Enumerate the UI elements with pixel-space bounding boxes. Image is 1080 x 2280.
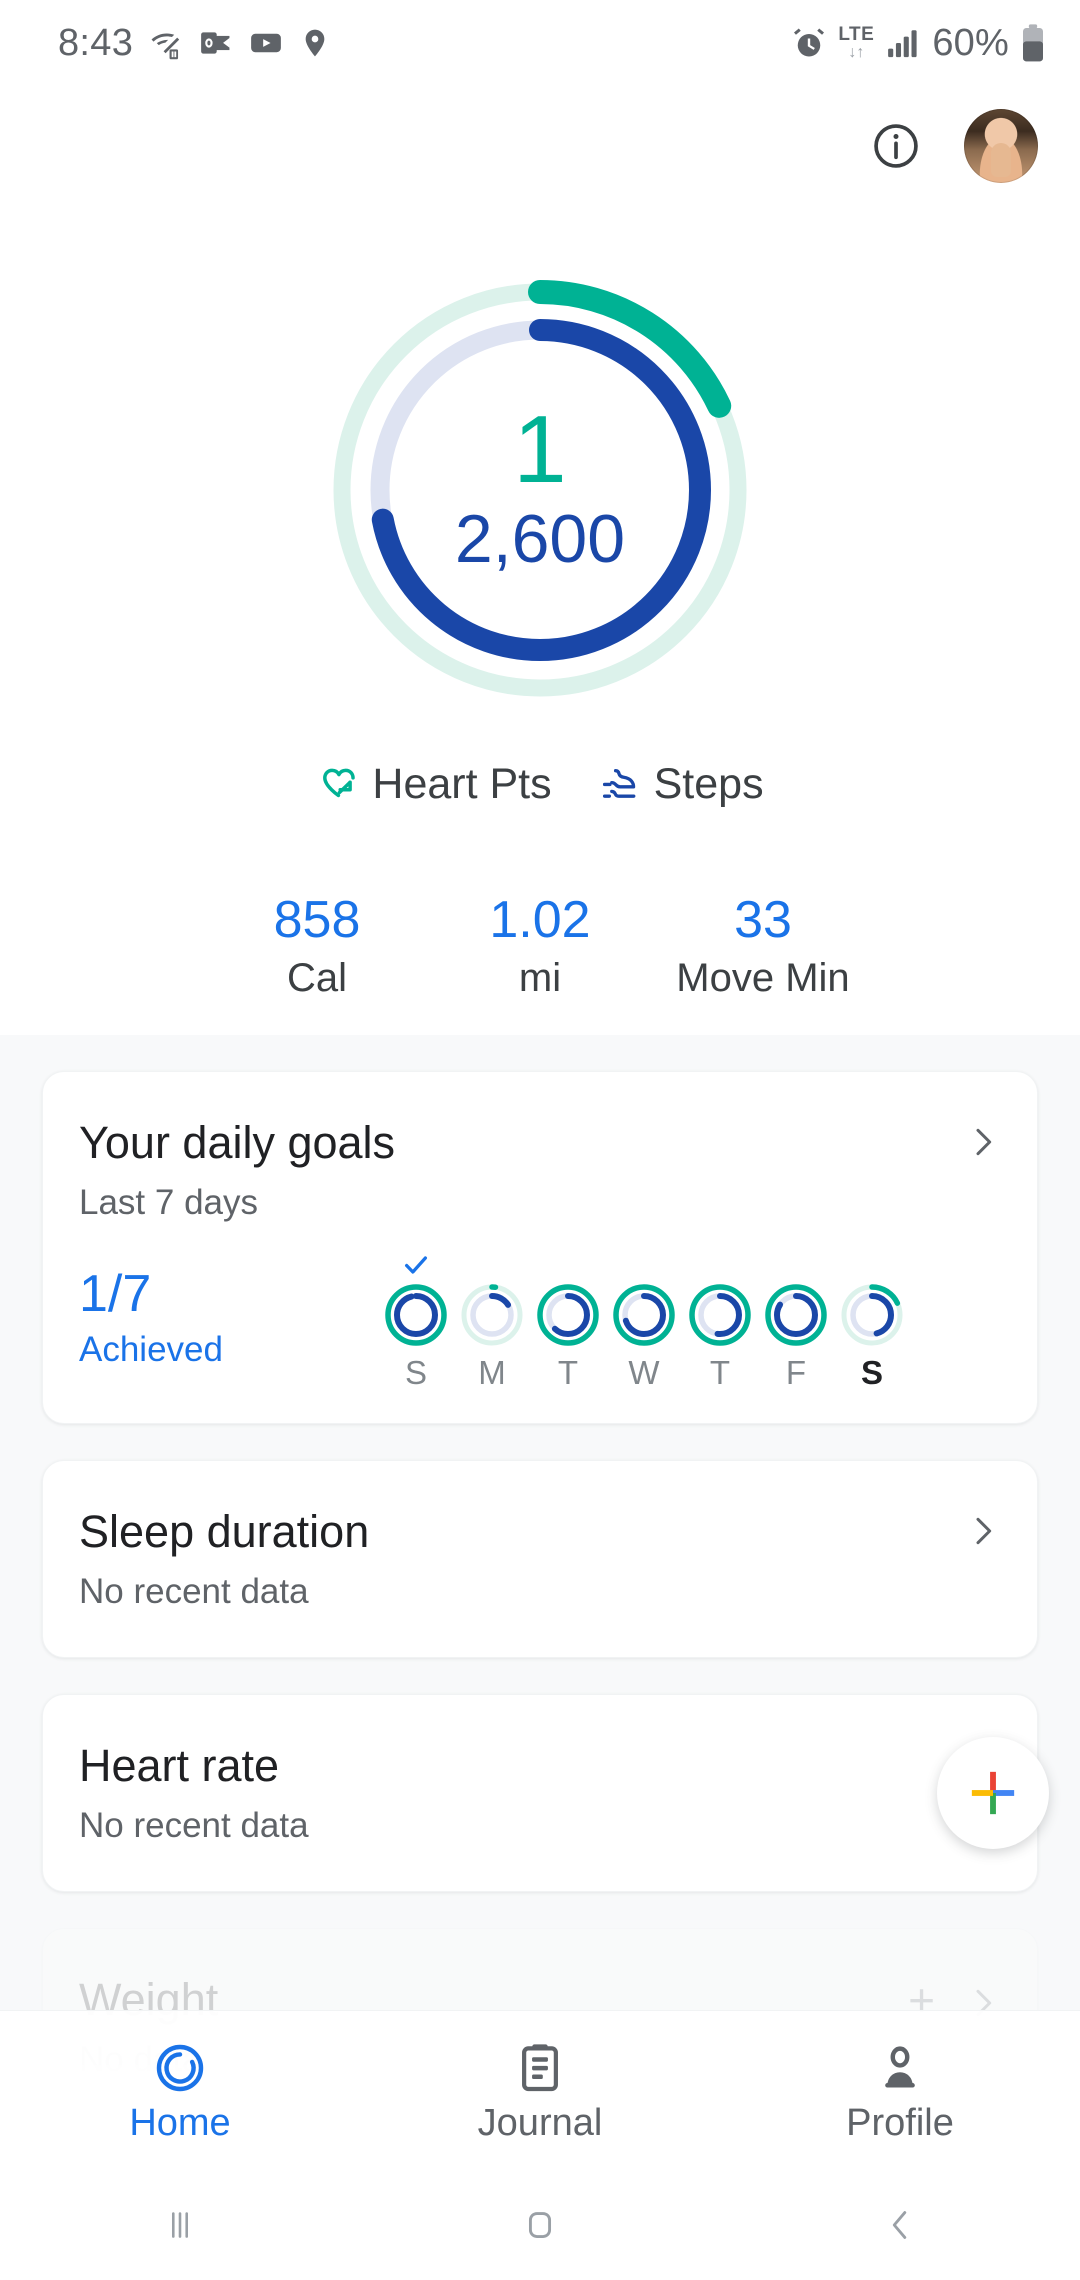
day-ring-svg xyxy=(537,1284,599,1346)
daily-goals-body: 1/7 Achieved S M T W T F S xyxy=(79,1250,1003,1389)
status-bar-right: LTE ↓↑ 60% xyxy=(791,22,1046,65)
nav-item-journal[interactable]: Journal xyxy=(400,2040,680,2142)
shoe-icon xyxy=(598,763,642,807)
day-ring-svg xyxy=(613,1284,675,1346)
back-chevron-icon[interactable] xyxy=(825,2170,975,2280)
clipboard-icon xyxy=(512,2040,568,2096)
legend-item-steps[interactable]: Steps xyxy=(598,760,764,809)
card-heart-rate-head: Heart rate No recent data xyxy=(79,1739,1003,1847)
signal-bars-icon xyxy=(885,26,921,60)
home-square-icon[interactable] xyxy=(465,2170,615,2280)
day-ring-svg xyxy=(461,1284,523,1346)
stat-move-min[interactable]: 33 Move Min xyxy=(652,890,875,1002)
battery-percent-label: 60% xyxy=(932,21,1009,64)
system-navigation-bar xyxy=(0,2170,1080,2280)
stat-distance-value: 1.02 xyxy=(489,891,591,949)
day-ring-svg xyxy=(765,1284,827,1346)
day-label: M xyxy=(478,1354,506,1391)
card-daily-goals-head: Your daily goals Last 7 days xyxy=(79,1116,1003,1224)
day-ring-0[interactable]: S xyxy=(379,1250,453,1389)
day-label: S xyxy=(404,1354,427,1391)
google-plus-add-icon[interactable] xyxy=(937,1737,1049,1849)
nav-label-home: Home xyxy=(129,2101,231,2144)
day-ring-5[interactable]: F xyxy=(759,1250,833,1389)
bottom-navigation: Home Journal Profile xyxy=(0,2010,1080,2170)
outlook-icon xyxy=(199,26,233,60)
stat-move-min-value: 33 xyxy=(734,891,792,949)
ring-legend: Heart Pts Steps xyxy=(0,760,1080,809)
day-ring-1[interactable]: M xyxy=(455,1250,529,1389)
stats-row: 858 Cal 1.02 mi 33 Move Min xyxy=(0,890,1080,1020)
day-ring-6[interactable]: S xyxy=(835,1250,909,1389)
stat-calories-value: 858 xyxy=(273,891,361,949)
day-ring-svg xyxy=(689,1284,751,1346)
lte-data-icon: LTE ↓↑ xyxy=(838,24,875,61)
stat-calories[interactable]: 858 Cal xyxy=(206,890,429,1002)
card-heart-rate[interactable]: Heart rate No recent data xyxy=(42,1694,1049,1892)
legend-label-heart-pts: Heart Pts xyxy=(372,760,552,808)
legend-item-heart-pts[interactable]: Heart Pts xyxy=(316,760,552,809)
goals-achieved-label: Achieved xyxy=(79,1330,223,1370)
day-ring-2[interactable]: T xyxy=(531,1250,605,1389)
daily-goals-summary: 1/7 Achieved xyxy=(79,1250,379,1371)
status-bar-left: 8:43 xyxy=(58,22,331,65)
day-label: W xyxy=(628,1354,660,1391)
day-ring-4[interactable]: T xyxy=(683,1250,757,1389)
day-label: T xyxy=(709,1354,731,1391)
goal-achieved-check-icon xyxy=(401,1250,431,1280)
nav-label-profile: Profile xyxy=(846,2101,954,2144)
card-sleep-title: Sleep duration xyxy=(79,1506,370,1557)
person-icon xyxy=(872,2040,928,2096)
stat-distance-label: mi xyxy=(518,956,562,1001)
info-icon[interactable] xyxy=(868,118,924,174)
card-heart-rate-subtitle: No recent data xyxy=(79,1806,309,1845)
day-ring-svg xyxy=(385,1284,447,1346)
activity-ring[interactable]: 1 2,600 xyxy=(0,230,1080,750)
stat-move-min-label: Move Min xyxy=(676,956,850,1001)
status-bar: 8:43 LTE ↓↑ 60% xyxy=(0,0,1080,86)
day-ring-3[interactable]: W xyxy=(607,1250,681,1389)
day-label: F xyxy=(785,1354,807,1391)
weekly-rings: SMTWTFS xyxy=(379,1250,1003,1389)
card-daily-goals[interactable]: Your daily goals Last 7 days 1/7 Achieve… xyxy=(42,1071,1038,1424)
chevron-right-icon[interactable] xyxy=(963,1511,1003,1551)
nav-item-profile[interactable]: Profile xyxy=(760,2040,1040,2142)
app-header xyxy=(0,86,1080,206)
goals-achieved-fraction: 1/7 xyxy=(79,1265,152,1323)
stat-calories-label: Cal xyxy=(286,956,348,1001)
heart-arrow-icon xyxy=(316,763,360,807)
day-ring-svg xyxy=(841,1284,903,1346)
card-daily-goals-title: Your daily goals xyxy=(79,1117,396,1168)
cards-scroll-area[interactable]: Your daily goals Last 7 days 1/7 Achieve… xyxy=(0,1035,1080,2126)
card-sleep-duration[interactable]: Sleep duration No recent data xyxy=(42,1460,1038,1658)
battery-icon xyxy=(1020,23,1046,63)
nav-label-journal: Journal xyxy=(477,2101,603,2144)
nav-item-home[interactable]: Home xyxy=(40,2040,320,2142)
day-label: S xyxy=(860,1354,883,1391)
alarm-icon xyxy=(791,25,827,61)
youtube-icon xyxy=(249,26,283,60)
card-heart-rate-title: Heart rate xyxy=(79,1740,280,1791)
avatar[interactable] xyxy=(964,109,1038,183)
fit-rings-icon xyxy=(152,2040,208,2096)
card-sleep-subtitle: No recent data xyxy=(79,1572,309,1611)
activity-ring-svg xyxy=(330,280,750,700)
recents-icon[interactable] xyxy=(105,2170,255,2280)
stat-distance[interactable]: 1.02 mi xyxy=(429,890,652,1002)
card-sleep-head: Sleep duration No recent data xyxy=(79,1505,1003,1613)
chevron-right-icon[interactable] xyxy=(963,1122,1003,1162)
status-bar-clock: 8:43 xyxy=(58,21,134,64)
day-label: T xyxy=(557,1354,579,1391)
legend-label-steps: Steps xyxy=(653,760,764,808)
wifi-icon xyxy=(149,26,183,60)
card-daily-goals-subtitle: Last 7 days xyxy=(79,1183,258,1222)
location-pin-icon xyxy=(299,27,331,59)
